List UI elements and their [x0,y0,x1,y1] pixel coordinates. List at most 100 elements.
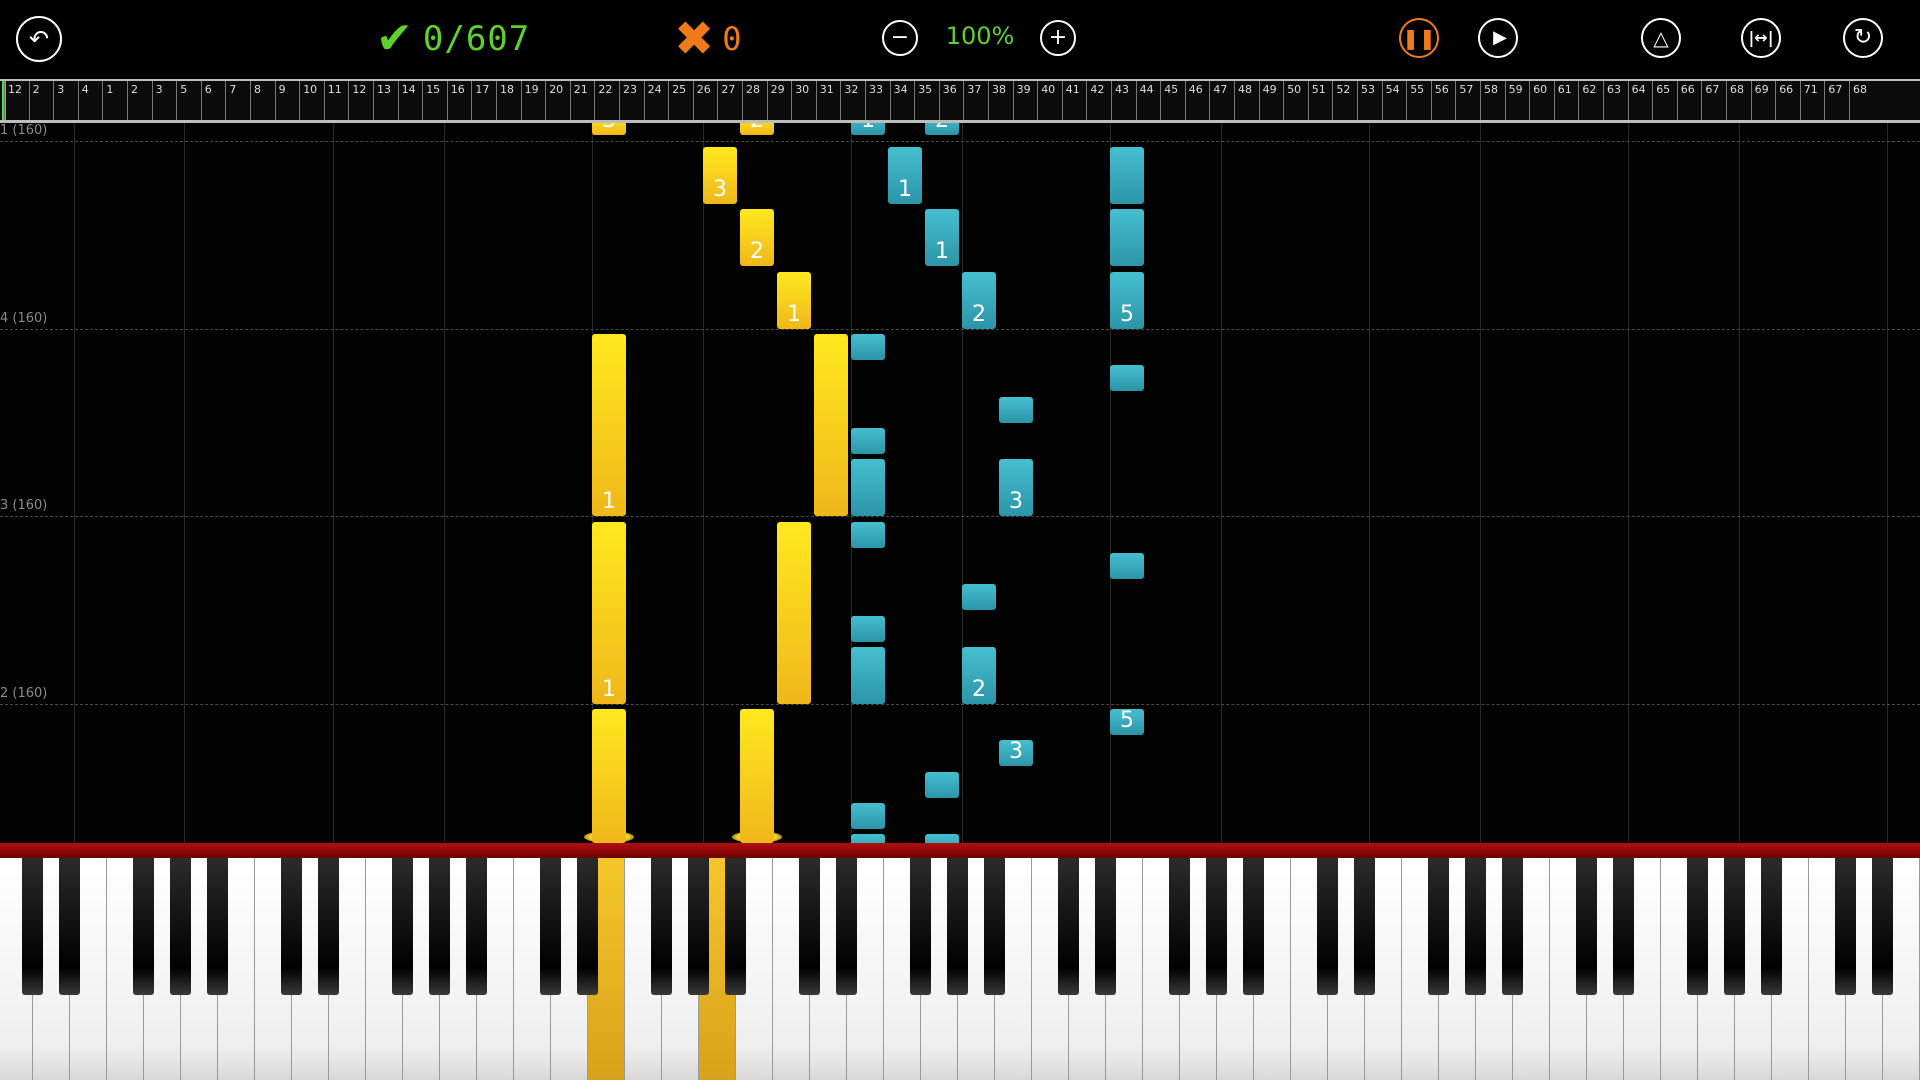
left-hand-note [1110,553,1144,579]
ruler-label: 25 [672,83,687,96]
ruler-label: 64 [1631,83,1646,96]
ruler-tick: 29 [766,81,792,120]
black-key[interactable] [429,858,450,995]
ruler-tick: 34 [889,81,915,120]
black-key[interactable] [170,858,191,995]
black-key[interactable] [725,858,746,995]
ruler-label: 32 [844,83,859,96]
minus-circle-icon: − [890,25,910,50]
black-key[interactable] [1502,858,1523,995]
left-hand-note [851,459,885,516]
black-key[interactable] [1613,858,1634,995]
black-key[interactable] [1872,858,1893,995]
ruler-label: 19 [524,83,539,96]
ruler-tick: 63 [1603,81,1628,120]
play-button[interactable]: ▶ [1478,18,1518,58]
black-key[interactable] [1761,858,1782,995]
ruler-label: 16 [450,83,465,96]
ruler-label: 12 [8,83,22,96]
left-hand-note [1110,365,1144,391]
black-key[interactable] [1169,858,1190,995]
left-hand-note [851,334,885,360]
fit-width-button[interactable]: |↔| [1741,18,1781,58]
black-key[interactable] [1058,858,1079,995]
ruler-tick: 35 [914,81,939,120]
black-key[interactable] [392,858,413,995]
measure-line [0,704,1920,705]
black-key[interactable] [1465,858,1486,995]
back-button[interactable]: ↶ [16,16,62,62]
finger-number: 5 [1120,708,1134,733]
ruler-tick: 48 [1234,81,1259,120]
finger-number: 2 [972,677,986,702]
ruler-tick: 40 [1037,81,1062,120]
black-key[interactable] [466,858,487,995]
black-key[interactable] [207,858,228,995]
black-key[interactable] [59,858,80,995]
left-hand-note [851,803,885,829]
black-key[interactable] [1243,858,1264,995]
black-key[interactable] [22,858,43,995]
black-key[interactable] [540,858,561,995]
ruler-tick: 67 [1701,81,1726,120]
ruler-label: 66 [1680,83,1695,96]
black-key[interactable] [984,858,1005,995]
pause-button[interactable]: ❚❚ [1399,18,1439,58]
play-icon: ▶ [1493,27,1507,48]
black-key[interactable] [1724,858,1745,995]
left-hand-note: 2 [962,272,996,329]
ruler-tick: 31 [815,81,841,120]
timeline-ruler[interactable]: 12 2 3 4 1 2 3 5 6 7 8 9 10 11 12 13 14 15 16 17 18 19 20 21 22 2… [0,79,1920,123]
left-hand-note [851,834,885,843]
left-hand-note [1110,209,1144,266]
ruler-label: 6 [204,83,212,96]
black-key[interactable] [910,858,931,995]
black-key[interactable] [836,858,857,995]
fit-width-icon: |↔| [1748,28,1774,47]
ruler-tick: 43 [1111,81,1136,120]
black-key[interactable] [1687,858,1708,995]
black-key[interactable] [947,858,968,995]
ruler-label: 40 [1041,83,1056,96]
left-hand-note: 2 [925,123,959,135]
metronome-button[interactable]: △ [1641,18,1681,58]
ruler-tick: 12 [348,81,373,120]
metronome-icon: △ [1653,26,1669,50]
black-key[interactable] [281,858,302,995]
black-key[interactable] [1317,858,1338,995]
black-key[interactable] [1095,858,1116,995]
ruler-tick: 64 [1627,81,1653,120]
black-key[interactable] [1354,858,1375,995]
ruler-label: 1 [106,83,114,96]
ruler-tick: 1 [102,81,127,120]
ruler-label: 48 [1238,83,1252,96]
right-hand-note: 1 [592,334,626,516]
black-key[interactable] [577,858,598,995]
ruler-tick: 45 [1160,81,1185,120]
ruler-label: 8 [254,83,261,96]
zoom-in-button[interactable]: + [1040,20,1076,56]
restart-button[interactable]: ↻ [1843,18,1883,58]
ruler-tick: 66 [1676,81,1702,120]
left-hand-note [1110,147,1144,204]
ruler-tick: 56 [1430,81,1456,120]
black-key[interactable] [688,858,709,995]
black-key[interactable] [318,858,339,995]
black-key[interactable] [1428,858,1449,995]
black-key[interactable] [1576,858,1597,995]
piano-keyboard[interactable] [0,858,1920,1080]
ruler-label: 21 [573,83,588,96]
ruler-tick: 30 [791,81,816,120]
zoom-out-button[interactable]: − [882,20,918,56]
toolbar: ↶ ✔ 0/607 ✖ 0 − 100% + ❚❚ ▶ △ |↔| ↻ [0,0,1920,78]
black-key[interactable] [1835,858,1856,995]
ruler-tick: 58 [1480,81,1505,120]
black-key[interactable] [651,858,672,995]
black-key[interactable] [133,858,154,995]
black-key[interactable] [1206,858,1227,995]
finger-number: 3 [1009,489,1023,514]
ruler-label: 13 [377,83,391,96]
ruler-label: 44 [1139,83,1154,96]
black-key[interactable] [799,858,820,995]
ruler-label: 49 [1262,83,1277,96]
